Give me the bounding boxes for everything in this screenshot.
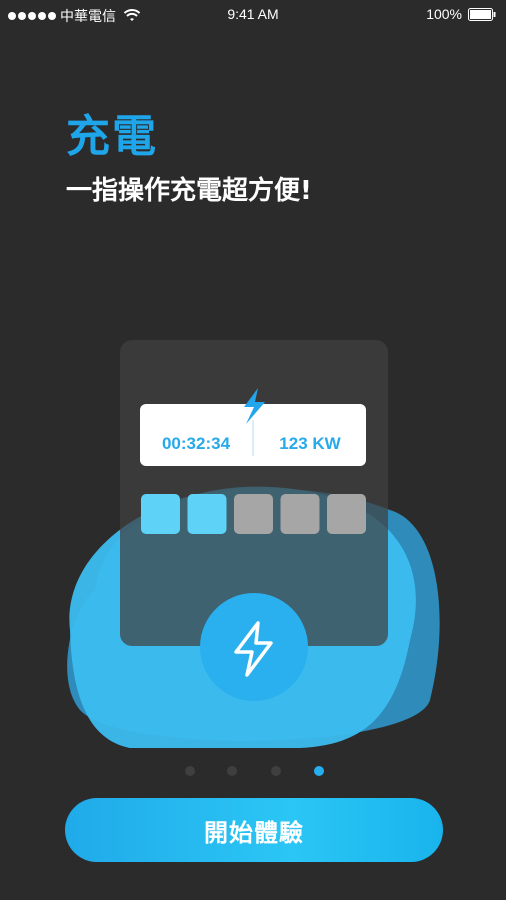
pagination-dot[interactable] <box>271 766 281 776</box>
status-bar: 中華電信 9:41 AM 100% <box>0 0 506 30</box>
battery-group: 100% <box>426 6 496 22</box>
progress-block-filled <box>187 494 227 534</box>
charge-circle <box>200 593 308 701</box>
page-subtitle: 一指操作充電超方便! <box>66 176 312 206</box>
progress-block-empty <box>280 494 320 534</box>
progress-blocks <box>141 494 366 534</box>
pagination-dot[interactable] <box>227 766 237 776</box>
power-readout: 123 KW <box>279 434 341 453</box>
battery-icon <box>468 7 496 21</box>
progress-block-empty <box>327 494 366 534</box>
progress-block-empty <box>234 494 273 534</box>
pagination-dot[interactable] <box>185 766 195 776</box>
timer-readout: 00:32:34 <box>162 434 231 453</box>
charging-illustration: 00:32:34 123 KW <box>67 340 440 748</box>
start-button[interactable]: 開始體驗 <box>65 798 443 862</box>
pagination-dot[interactable] <box>314 766 324 776</box>
progress-block-filled <box>141 494 180 534</box>
battery-percentage: 100% <box>426 6 462 22</box>
page-title: 充電 <box>66 111 158 162</box>
pagination-dots[interactable] <box>0 763 506 779</box>
